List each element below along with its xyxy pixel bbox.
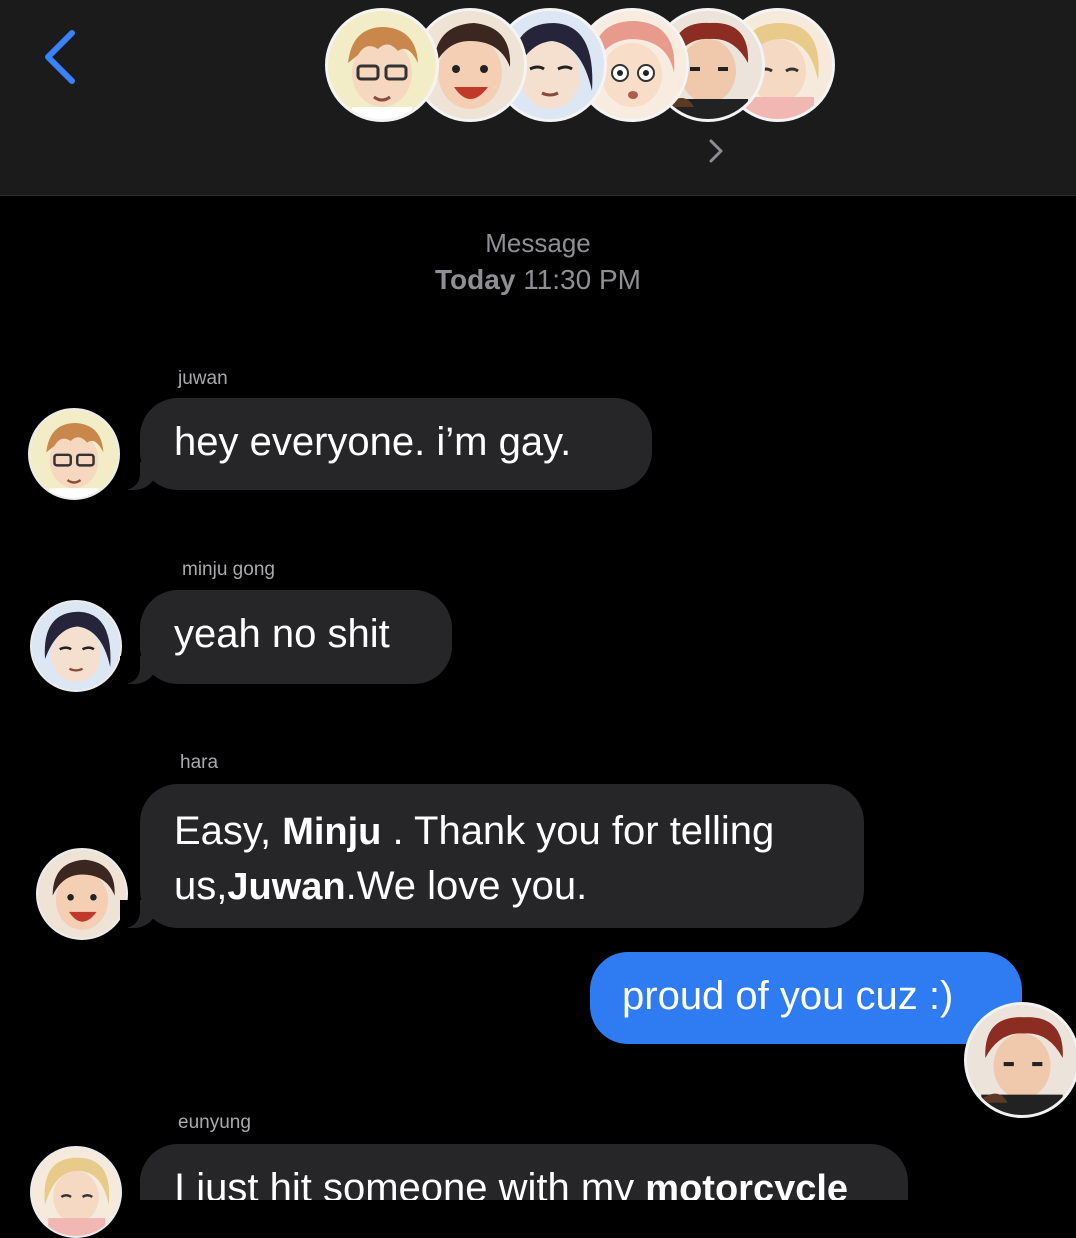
message-text: .We love you. <box>345 864 588 908</box>
avatar-hara[interactable] <box>36 848 128 940</box>
sender-name: eunyung <box>178 1112 251 1133</box>
message-bubble[interactable]: I just hit someone with my motorcycle <box>140 1144 908 1200</box>
outgoing-message-bubble[interactable]: proud of you cuz :) <box>590 952 1042 1044</box>
thread-label: Message <box>485 228 591 258</box>
message-text: Easy, <box>174 809 283 853</box>
sender-name: hara <box>180 752 219 773</box>
mention-minju: Minju <box>282 811 382 853</box>
message-text: us, <box>174 864 228 908</box>
message-line-1: Easy, Minju . Thank you for telling <box>174 804 830 859</box>
message-bubble[interactable]: hey everyone. i’m gay. <box>120 398 652 490</box>
message-text: yeah no shit <box>174 612 390 656</box>
message-text: . Thank you for telling <box>381 809 775 853</box>
thread-timestamp: Today 11:30 PM <box>0 264 1076 296</box>
sender-name: juwan <box>178 368 228 389</box>
avatar-minju[interactable] <box>30 600 122 692</box>
group-avatars[interactable] <box>325 8 835 130</box>
chat-header <box>0 0 1076 196</box>
sender-name: minju gong <box>182 559 275 580</box>
timestamp-clock: 11:30 PM <box>523 264 641 295</box>
avatar-juwan[interactable] <box>28 408 120 500</box>
message-text: hey everyone. i’m gay. <box>174 420 572 464</box>
message-text: proud of you cuz :) <box>622 974 954 1018</box>
chevron-right-icon[interactable] <box>706 138 726 164</box>
message-bubble[interactable]: yeah no shit <box>120 590 452 684</box>
mention-motorcycle: motorcycle <box>645 1168 849 1200</box>
mention-juwan: Juwan <box>227 866 346 908</box>
message-text: I just hit someone with my <box>174 1166 646 1200</box>
chevron-left-icon <box>45 30 75 84</box>
group-avatar-juwan <box>325 8 439 122</box>
avatar-eunyung[interactable] <box>30 1146 122 1238</box>
message-line: I just hit someone with my motorcycle <box>174 1166 874 1200</box>
message-bubble[interactable]: Easy, Minju . Thank you for telling us,J… <box>120 784 864 928</box>
timestamp-day: Today <box>435 264 516 295</box>
avatar-dukgu[interactable] <box>964 1002 1076 1118</box>
back-button[interactable] <box>32 26 88 88</box>
message-line-2: us,Juwan.We love you. <box>174 859 830 914</box>
